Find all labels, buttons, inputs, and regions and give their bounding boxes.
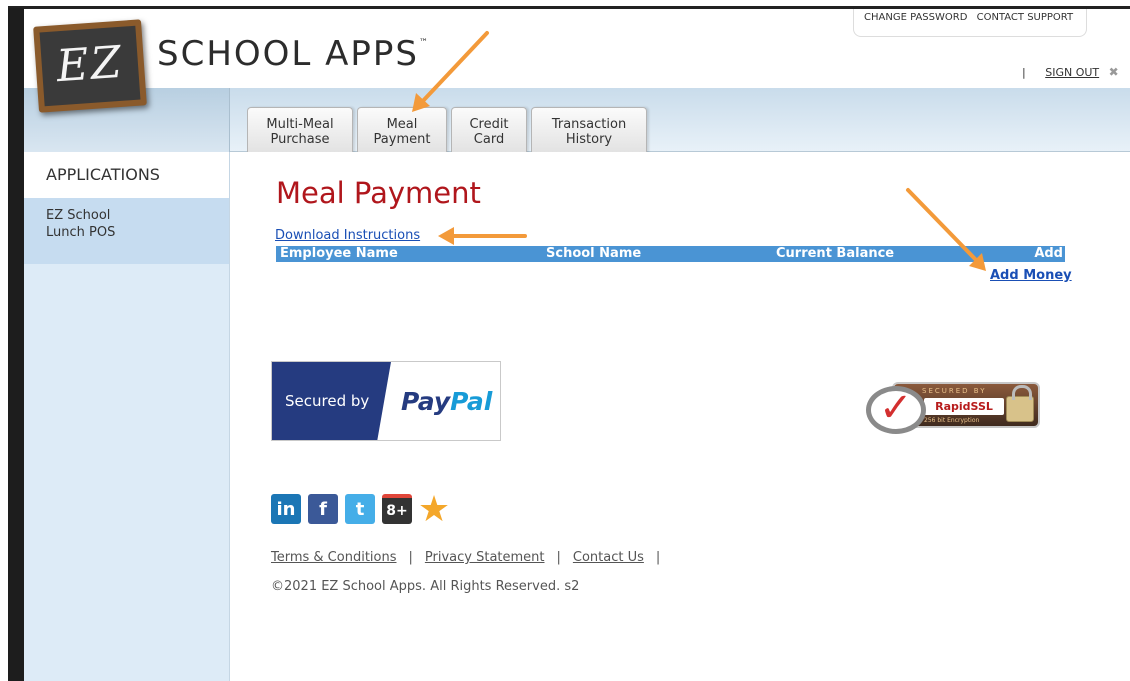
separator: | xyxy=(408,550,413,565)
add-money-link[interactable]: Add Money xyxy=(990,268,1072,283)
paypal-logo: Pay Pal xyxy=(377,362,500,440)
sidebar-item-ez-school-lunch-pos[interactable]: EZ School Lunch POS xyxy=(24,198,229,264)
tab-multi-meal-purchase[interactable]: Multi-Meal Purchase xyxy=(247,107,353,153)
tab-credit-card[interactable]: Credit Card xyxy=(451,107,527,153)
footer-links: Terms & Conditions | Privacy Statement | Con… xyxy=(271,550,672,565)
checkmark-icon: ✓ xyxy=(866,385,926,434)
sign-out-row: | SIGN OUT ✖ xyxy=(1022,65,1119,79)
privacy-link[interactable]: Privacy Statement xyxy=(425,550,545,565)
sign-out-link[interactable]: SIGN OUT xyxy=(1045,66,1099,79)
paypal-pay-text: Pay xyxy=(401,386,451,416)
rapidssl-badge[interactable]: SECURED BY RapidSSL 256 bit Encryption ✓ xyxy=(866,378,1042,440)
sidebar: APPLICATIONS EZ School Lunch POS xyxy=(24,152,230,681)
change-password-link[interactable]: CHANGE PASSWORD xyxy=(864,12,967,23)
trademark: ™ xyxy=(419,38,431,48)
tab-label: History xyxy=(565,132,613,147)
column-header-school-name: School Name xyxy=(546,246,642,261)
tab-label: Meal xyxy=(386,117,418,132)
close-icon[interactable]: ✖ xyxy=(1109,65,1119,79)
contact-support-link[interactable]: CONTACT SUPPORT xyxy=(977,12,1074,23)
tab-transaction-history[interactable]: Transaction History xyxy=(531,107,647,153)
paypal-pal-text: Pal xyxy=(450,386,493,416)
chalkboard-logo-icon[interactable]: EZ xyxy=(33,19,147,113)
page-title: Meal Payment xyxy=(276,176,481,210)
table-header-row: Employee Name School Name Current Balanc… xyxy=(276,246,1065,277)
tab-label: Payment xyxy=(373,132,431,147)
terms-link[interactable]: Terms & Conditions xyxy=(271,550,397,565)
account-links: CHANGE PASSWORD CONTACT SUPPORT xyxy=(853,9,1087,37)
twitter-icon[interactable]: t xyxy=(345,494,375,524)
copyright-text: ©2021 EZ School Apps. All Rights Reserve… xyxy=(271,579,580,594)
padlock-icon xyxy=(1006,385,1034,422)
main-content: Meal Payment Download Instructions Emplo… xyxy=(231,152,1130,681)
sidebar-item-label: EZ School xyxy=(46,208,111,223)
brand-name[interactable]: SCHOOL APPS™ xyxy=(157,34,430,74)
separator: | xyxy=(556,550,561,565)
tab-label: Card xyxy=(473,132,505,147)
sidebar-title: APPLICATIONS xyxy=(24,152,229,198)
tab-meal-payment[interactable]: Meal Payment xyxy=(357,107,447,153)
column-header-employee-name: Employee Name xyxy=(280,246,398,261)
sidebar-item-label: Lunch POS xyxy=(46,225,116,240)
googleplus-icon[interactable]: 8+ xyxy=(382,494,412,524)
app-window: EZ SCHOOL APPS™ CHANGE PASSWORD CONTACT … xyxy=(0,0,1130,681)
contact-us-link[interactable]: Contact Us xyxy=(573,550,644,565)
paypal-secured-label: Secured by xyxy=(272,362,391,440)
ssl-top-text: SECURED BY xyxy=(922,387,987,395)
download-instructions-link[interactable]: Download Instructions xyxy=(275,228,420,243)
tab-label: Credit xyxy=(469,117,509,132)
site-header: EZ SCHOOL APPS™ CHANGE PASSWORD CONTACT … xyxy=(24,9,1130,113)
tab-label: Purchase xyxy=(270,132,330,147)
brand-text: SCHOOL APPS xyxy=(157,34,420,74)
tab-label: Transaction xyxy=(551,117,627,132)
ssl-sub-text: 256 bit Encryption xyxy=(924,417,980,424)
paypal-secured-badge[interactable]: Secured by Pay Pal xyxy=(271,361,501,441)
column-header-current-balance: Current Balance xyxy=(776,246,895,261)
linkedin-icon[interactable]: in xyxy=(271,494,301,524)
separator: | xyxy=(1022,66,1026,79)
logo-text: EZ xyxy=(54,36,125,93)
column-header-add-money: Add Money xyxy=(1014,246,1063,277)
tab-label: Multi-Meal xyxy=(266,117,334,132)
tab-bar: Multi-Meal Purchase Meal Payment Credit … xyxy=(247,107,647,153)
separator: | xyxy=(655,550,661,565)
star-icon[interactable]: ★ xyxy=(418,489,450,530)
ssl-name: RapidSSL xyxy=(924,398,1004,415)
social-links: in f t 8+ ★ xyxy=(271,489,450,530)
window-left-border xyxy=(8,8,24,681)
facebook-icon[interactable]: f xyxy=(308,494,338,524)
